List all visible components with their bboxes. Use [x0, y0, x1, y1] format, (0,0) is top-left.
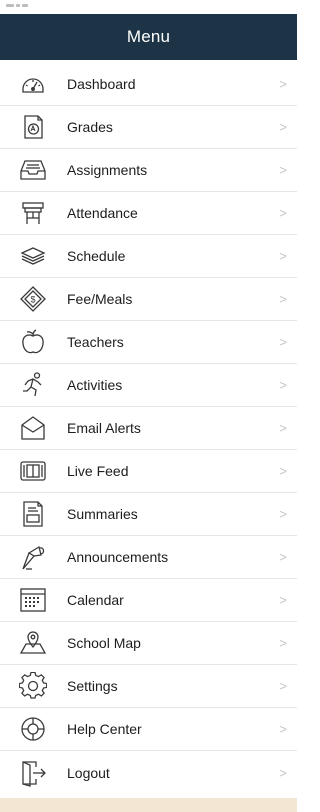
calendar-icon — [19, 586, 47, 614]
menu-item-dashboard[interactable]: Dashboard > — [0, 63, 297, 106]
chevron-right-icon: > — [279, 119, 287, 135]
chevron-right-icon: > — [279, 420, 287, 436]
grades-icon — [19, 113, 47, 141]
menu-item-live-feed[interactable]: Live Feed > — [0, 450, 297, 493]
menu-item-schedule[interactable]: Schedule > — [0, 235, 297, 278]
announcements-icon — [19, 543, 47, 571]
menu-label: Assignments — [67, 162, 148, 178]
menu-label: Announcements — [67, 549, 169, 565]
chevron-right-icon: > — [279, 549, 287, 565]
page-title: Menu — [126, 27, 171, 46]
menu-label: Schedule — [67, 248, 126, 264]
menu-item-attendance[interactable]: Attendance > — [0, 192, 297, 235]
activities-icon — [19, 371, 47, 399]
chevron-right-icon: > — [279, 635, 287, 651]
menu-label: Activities — [67, 377, 123, 393]
status-indicator — [6, 4, 14, 7]
chevron-right-icon: > — [279, 592, 287, 608]
menu-item-logout[interactable]: Logout > — [0, 751, 297, 794]
chevron-right-icon: > — [279, 506, 287, 522]
menu-item-school-map[interactable]: School Map > — [0, 622, 297, 665]
chevron-right-icon: > — [279, 162, 287, 178]
menu-label: Calendar — [67, 592, 124, 608]
chevron-right-icon: > — [279, 291, 287, 307]
menu-item-teachers[interactable]: Teachers > — [0, 321, 297, 364]
menu-label: Logout — [67, 764, 110, 781]
menu-item-fee-meals[interactable]: $ Fee/Meals > — [0, 278, 297, 321]
schedule-icon — [19, 242, 47, 270]
chevron-right-icon: > — [279, 248, 287, 264]
menu-item-settings[interactable]: Settings > — [0, 665, 297, 708]
teachers-icon — [19, 328, 47, 356]
menu-label: Grades — [67, 119, 113, 135]
chevron-right-icon: > — [279, 377, 287, 393]
chevron-right-icon: > — [279, 721, 287, 737]
status-indicator — [16, 4, 20, 7]
help-center-icon — [19, 715, 47, 743]
app-root: Menu Dashboard > Grades > Assignments > … — [0, 0, 297, 812]
menu-label: Attendance — [67, 205, 138, 221]
chevron-right-icon: > — [279, 334, 287, 350]
status-bar — [0, 0, 297, 14]
menu-label: Settings — [67, 678, 118, 694]
live-feed-icon — [19, 457, 47, 485]
menu-item-activities[interactable]: Activities > — [0, 364, 297, 407]
menu-list: Dashboard > Grades > Assignments > Atten… — [0, 63, 297, 794]
menu-item-announcements[interactable]: Announcements > — [0, 536, 297, 579]
chevron-right-icon: > — [279, 765, 287, 780]
menu-label: School Map — [67, 635, 141, 651]
menu-label: Fee/Meals — [67, 291, 133, 307]
attendance-icon — [19, 199, 47, 227]
menu-item-email-alerts[interactable]: Email Alerts > — [0, 407, 297, 450]
menu-item-help-center[interactable]: Help Center > — [0, 708, 297, 751]
dashboard-icon — [19, 70, 47, 98]
footer-band — [0, 798, 297, 812]
menu-item-calendar[interactable]: Calendar > — [0, 579, 297, 622]
summaries-icon — [19, 500, 47, 528]
menu-item-assignments[interactable]: Assignments > — [0, 149, 297, 192]
svg-text:$: $ — [30, 295, 35, 305]
menu-label: Email Alerts — [67, 420, 141, 436]
logout-icon — [19, 759, 47, 787]
menu-label: Summaries — [67, 506, 138, 522]
menu-label: Teachers — [67, 334, 124, 350]
status-indicator — [22, 4, 28, 7]
menu-label: Live Feed — [67, 463, 129, 479]
chevron-right-icon: > — [279, 76, 287, 92]
settings-icon — [19, 672, 47, 700]
chevron-right-icon: > — [279, 678, 287, 694]
fee-meals-icon: $ — [19, 285, 47, 313]
menu-header: Menu — [0, 14, 297, 60]
menu-label: Help Center — [67, 721, 142, 737]
school-map-icon — [19, 629, 47, 657]
assignments-icon — [19, 156, 47, 184]
menu-item-summaries[interactable]: Summaries > — [0, 493, 297, 536]
chevron-right-icon: > — [279, 205, 287, 221]
chevron-right-icon: > — [279, 463, 287, 479]
email-alerts-icon — [19, 414, 47, 442]
menu-label: Dashboard — [67, 76, 136, 92]
menu-item-grades[interactable]: Grades > — [0, 106, 297, 149]
